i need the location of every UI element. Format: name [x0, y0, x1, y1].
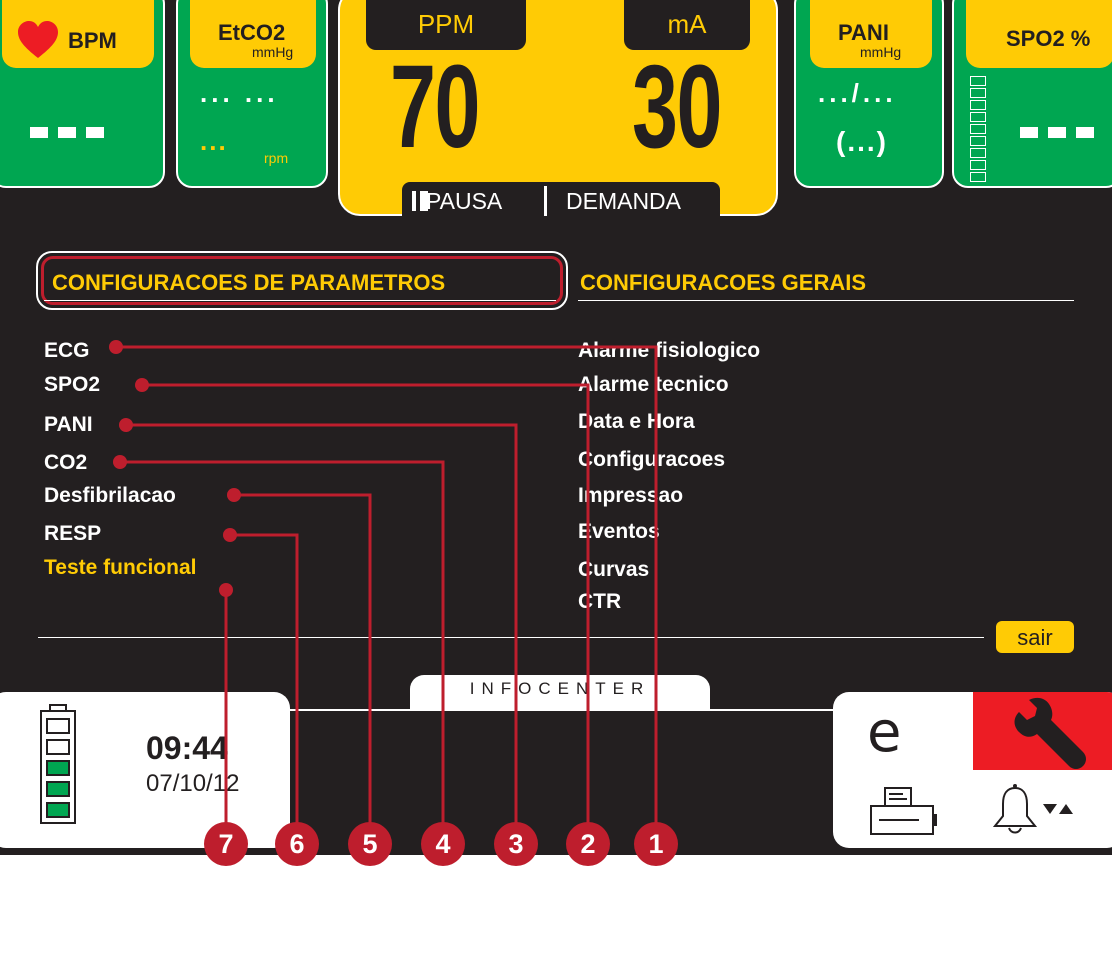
pani-label: PANI [838, 20, 889, 45]
menu-item-co2[interactable]: CO2 [44, 451, 87, 475]
monitor-screen: BPM EtCO2 mmHg ... ... ... rpm PPM mA 70… [0, 0, 1112, 855]
spo2-dash-1 [1020, 127, 1038, 138]
ppm-value: 70 [390, 41, 480, 173]
menu-item-ecg[interactable]: ECG [44, 339, 90, 363]
settings-key[interactable] [973, 692, 1112, 770]
menu-item-configurations[interactable]: Configuracoes [578, 448, 725, 472]
menu-item-resp[interactable]: RESP [44, 522, 101, 546]
clock-time: 09:44 [146, 730, 228, 766]
spo2-label: SPO2 % [1006, 26, 1091, 51]
bpm-dash-3 [86, 127, 104, 138]
infocenter-tab[interactable]: INFOCENTER [410, 675, 710, 711]
parameter-settings-title: CONFIGURACOES DE PARAMETROS [52, 270, 446, 295]
callout-4: 4 [421, 822, 465, 866]
menu-bottom-divider [38, 637, 984, 638]
pani-unit: mmHg [860, 44, 902, 60]
pause-label[interactable]: PAUSA [426, 188, 502, 215]
spo2-tab: SPO2 % [966, 0, 1112, 68]
menu-item-spo2[interactable]: SPO2 [44, 373, 100, 397]
heart-icon [18, 21, 58, 58]
general-settings-title[interactable]: CONFIGURACOES GERAIS [580, 270, 866, 296]
bpm-dash-1 [30, 127, 48, 138]
menu-item-technical-alarm[interactable]: Alarme tecnico [578, 373, 729, 397]
bpm-label: BPM [68, 28, 117, 53]
pani-mean: (...) [836, 126, 888, 157]
bell-alarm-icon[interactable] [993, 782, 1093, 842]
pani-value: .../... [818, 78, 897, 108]
callout-3: 3 [494, 822, 538, 866]
etco2-value: ... ... [200, 78, 279, 108]
infocenter-label: INFOCENTER [469, 679, 651, 698]
etco2-tab: EtCO2 mmHg [190, 0, 316, 68]
etco2-unit: mmHg [252, 44, 294, 60]
pause-icon [412, 191, 420, 211]
callout-7: 7 [204, 822, 248, 866]
function-keys-card: e [833, 692, 1112, 848]
printer-icon[interactable] [867, 786, 941, 838]
callout-1: 1 [634, 822, 678, 866]
battery-icon [40, 704, 76, 824]
pacer-panel: PPM mA 70 30 PAUSA DEMANDA [338, 0, 778, 218]
menu-item-pani[interactable]: PANI [44, 413, 93, 437]
clock-battery-card: 09:44 07/10/12 [0, 692, 290, 848]
etco2-resp-unit: rpm [264, 150, 289, 166]
left-title-underline [44, 300, 556, 301]
bpm-tab: BPM [2, 0, 154, 68]
bpm-dash-2 [58, 127, 76, 138]
menu-item-ctr[interactable]: CTR [578, 590, 621, 614]
spo2-bar-gauge [970, 76, 986, 184]
menu-item-defibrillation[interactable]: Desfibrilacao [44, 484, 176, 508]
e-key-icon[interactable]: e [867, 700, 901, 765]
spo2-dash-2 [1048, 127, 1066, 138]
etco2-resp-value: ... [200, 126, 228, 156]
spo2-dash-3 [1076, 127, 1094, 138]
right-title-underline [578, 300, 1074, 301]
etco2-panel: EtCO2 mmHg ... ... ... rpm [176, 0, 328, 188]
pacer-status-bar: PAUSA DEMANDA [402, 182, 720, 218]
etco2-label: EtCO2 [218, 20, 286, 45]
callout-2: 2 [566, 822, 610, 866]
menu-item-printing[interactable]: Impressao [578, 484, 683, 508]
exit-button[interactable]: sair [996, 621, 1074, 653]
callout-5: 5 [348, 822, 392, 866]
callout-6: 6 [275, 822, 319, 866]
menu-item-date-time[interactable]: Data e Hora [578, 410, 695, 434]
demand-mode-label[interactable]: DEMANDA [566, 188, 681, 215]
menu-item-physiological-alarm[interactable]: Alarme fisiologico [578, 339, 760, 363]
menu-item-functional-test[interactable]: Teste funcional [44, 556, 196, 580]
pani-tab: PANI mmHg [810, 0, 932, 68]
spo2-panel: SPO2 % [952, 0, 1112, 188]
menu-item-curves[interactable]: Curvas [578, 558, 649, 582]
menu-item-events[interactable]: Eventos [578, 520, 660, 544]
clock-date: 07/10/12 [146, 770, 240, 797]
wrench-icon [1014, 697, 1086, 769]
ma-value: 30 [632, 41, 722, 173]
bpm-panel: BPM [0, 0, 165, 188]
status-divider [544, 186, 547, 216]
pani-panel: PANI mmHg .../... (...) [794, 0, 944, 188]
